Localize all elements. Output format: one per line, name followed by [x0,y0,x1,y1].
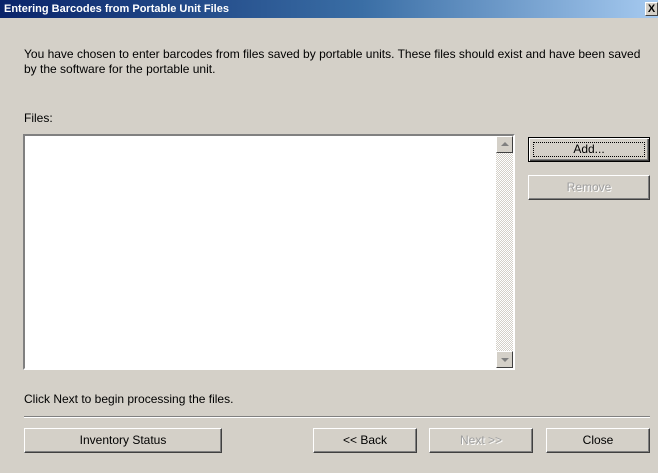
scroll-down-button[interactable] [496,351,513,368]
scroll-up-arrow-icon [501,142,509,146]
remove-button-label: Remove [566,180,612,194]
close-icon: X [647,3,656,15]
remove-button[interactable]: Remove [528,175,650,200]
intro-text: You have chosen to enter barcodes from f… [24,47,641,76]
separator-line [24,416,650,418]
close-button-label: Close [582,433,614,447]
next-button[interactable]: Next >> [429,428,533,453]
title-bar[interactable]: Entering Barcodes from Portable Unit Fil… [0,0,658,18]
close-button[interactable]: Close [546,428,650,453]
next-button-label: Next >> [459,433,503,447]
listbox-scrollbar[interactable] [496,136,513,368]
files-label: Files: [24,111,53,125]
add-button[interactable]: Add... [528,137,650,162]
window-title: Entering Barcodes from Portable Unit Fil… [4,3,229,15]
close-window-button[interactable]: X [645,2,658,16]
back-button-label: << Back [342,433,388,447]
back-button[interactable]: << Back [313,428,417,453]
add-button-label: Add... [573,142,605,156]
inventory-status-button[interactable]: Inventory Status [24,428,222,453]
scroll-up-button[interactable] [496,136,513,153]
dialog-window: Entering Barcodes from Portable Unit Fil… [0,0,658,473]
hint-text: Click Next to begin processing the files… [24,392,234,406]
scroll-down-arrow-icon [501,358,509,362]
inventory-status-button-label: Inventory Status [79,433,167,447]
files-listbox[interactable] [23,134,515,370]
